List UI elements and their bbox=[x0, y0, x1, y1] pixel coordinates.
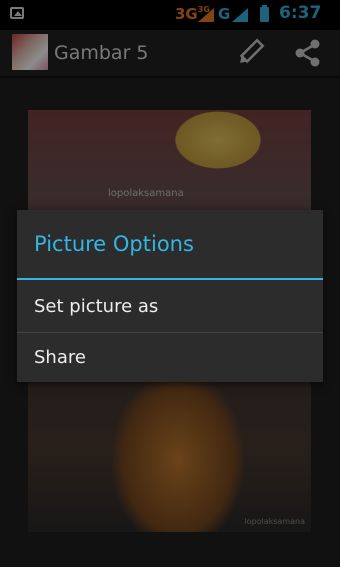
option-label: Share bbox=[34, 347, 86, 368]
dialog-title: Picture Options bbox=[34, 232, 194, 256]
share-option[interactable]: Share bbox=[17, 333, 323, 383]
set-picture-as-option[interactable]: Set picture as bbox=[17, 282, 323, 333]
dialog-divider bbox=[17, 278, 323, 280]
option-label: Set picture as bbox=[34, 296, 159, 317]
picture-options-dialog: Picture Options Set picture as Share bbox=[17, 210, 323, 382]
